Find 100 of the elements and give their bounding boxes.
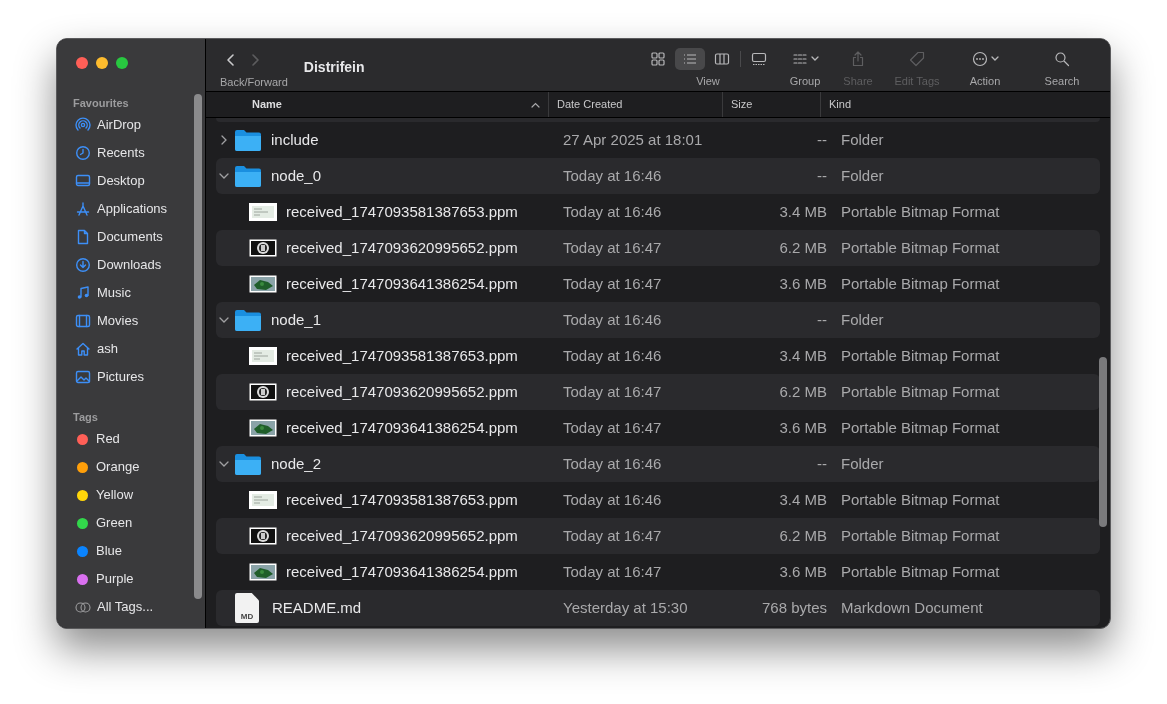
size-cell-text: 3.6 MB xyxy=(778,417,827,438)
grid-icon xyxy=(649,51,666,67)
zoom-button[interactable] xyxy=(116,57,128,69)
file-row[interactable]: received_1747093620995652.ppm Today at 16:47 6.2 MB Portable Bitmap Format xyxy=(216,374,1100,410)
kind-cell-text: Folder xyxy=(840,453,884,474)
scrollbar-thumb[interactable] xyxy=(1099,357,1107,527)
file-row[interactable]: include 27 Apr 2025 at 18:01 -- Folder xyxy=(216,122,1100,158)
sidebar-item[interactable]: All Tags... xyxy=(97,597,154,617)
film-icon xyxy=(75,313,91,329)
file-row[interactable]: received_1747093581387653.ppm Today at 16:46 3.4 MB Portable Bitmap Format xyxy=(216,482,1100,518)
file-name: received_1747093641386254.ppm xyxy=(286,417,518,438)
sidebar-item[interactable]: Applications xyxy=(97,199,168,219)
kind-cell-text: Portable Bitmap Format xyxy=(840,201,1000,222)
sidebar-item[interactable]: Yellow xyxy=(96,485,134,505)
search-icon xyxy=(1054,51,1070,67)
sidebar-item[interactable]: Blue xyxy=(96,541,123,561)
sidebar-item[interactable]: Purple xyxy=(96,569,134,589)
sidebar-item[interactable]: Green xyxy=(96,513,133,533)
file-name: received_1747093620995652.ppm xyxy=(286,381,518,402)
column-heading[interactable]: Name xyxy=(252,96,282,113)
kind-cell-text: Portable Bitmap Format xyxy=(840,273,1000,294)
kind-cell-text: Portable Bitmap Format xyxy=(840,345,1000,366)
sidebar-item[interactable]: Recents xyxy=(97,143,145,163)
size-cell-text: -- xyxy=(816,453,827,474)
file-row[interactable]: MD README.md Yesterday at 15:30 768 bytes Markdown Document xyxy=(216,590,1100,626)
size-cell-text: 6.2 MB xyxy=(778,237,827,258)
download-icon xyxy=(75,257,91,273)
folder-icon xyxy=(234,308,262,332)
kind-cell-text: Portable Bitmap Format xyxy=(840,237,1000,258)
date-cell-text: Today at 16:46 xyxy=(562,165,663,186)
chevron-down-icon xyxy=(990,56,999,62)
file-name: received_1747093581387653.ppm xyxy=(286,345,518,366)
sidebar-item[interactable]: Downloads xyxy=(97,255,162,275)
sidebar-item[interactable]: Orange xyxy=(96,457,140,477)
scrollbar-thumb[interactable] xyxy=(194,94,202,599)
file-row[interactable]: node_1 Today at 16:46 -- Folder xyxy=(216,302,1100,338)
minimize-button[interactable] xyxy=(96,57,108,69)
kind-cell-text: Markdown Document xyxy=(840,597,983,618)
file-row[interactable]: received_1747093620995652.ppm Today at 16:47 6.2 MB Portable Bitmap Format xyxy=(216,518,1100,554)
sidebar-item[interactable]: AirDrop xyxy=(97,115,142,135)
document-icon: MD xyxy=(235,593,259,623)
file-name: node_2 xyxy=(271,453,322,474)
file-row[interactable]: received_1747093581387653.ppm Today at 16:46 3.4 MB Portable Bitmap Format xyxy=(216,338,1100,374)
section-heading: Favourites xyxy=(72,96,130,111)
size-cell-text: 3.4 MB xyxy=(778,201,827,222)
file-row[interactable]: received_1747093641386254.ppm Today at 16:47 3.6 MB Portable Bitmap Format xyxy=(216,410,1100,446)
file-name: node_0 xyxy=(271,165,322,186)
file-name: received_1747093620995652.ppm xyxy=(286,525,518,546)
kind-cell-text: Portable Bitmap Format xyxy=(840,381,1000,402)
toolbar-label: Group xyxy=(789,74,821,89)
size-cell-text: 3.4 MB xyxy=(778,489,827,510)
file-row[interactable]: received_1747093641386254.ppm Today at 16:47 3.6 MB Portable Bitmap Format xyxy=(216,554,1100,590)
column-heading[interactable]: Kind xyxy=(829,96,852,113)
kind-cell-text: Folder xyxy=(840,165,884,186)
file-row[interactable]: node_0 Today at 16:46 -- Folder xyxy=(216,158,1100,194)
sidebar-item[interactable]: Movies xyxy=(97,311,139,331)
date-cell-text: 27 Apr 2025 at 18:01 xyxy=(562,129,704,150)
file-name: received_1747093620995652.ppm xyxy=(286,237,518,258)
size-cell-text: 768 bytes xyxy=(760,597,827,618)
file-row[interactable]: received_1747093620995652.ppm Today at 16:47 6.2 MB Portable Bitmap Format xyxy=(216,230,1100,266)
file-row[interactable]: received_1747093641386254.ppm Today at 16:47 3.6 MB Portable Bitmap Format xyxy=(216,266,1100,302)
date-cell-text: Today at 16:47 xyxy=(562,417,663,438)
size-cell-text: 3.6 MB xyxy=(778,561,827,582)
view-mode-button[interactable] xyxy=(674,48,705,70)
date-cell-text: Today at 16:47 xyxy=(562,381,663,402)
column-heading[interactable]: Size xyxy=(731,96,753,113)
ellipsis-circle-icon xyxy=(971,51,988,67)
desktop-icon xyxy=(75,173,91,189)
column-heading[interactable]: Date Created xyxy=(557,96,623,113)
date-cell-text: Today at 16:47 xyxy=(562,273,663,294)
date-cell-text: Today at 16:46 xyxy=(562,345,663,366)
date-cell-text: Today at 16:47 xyxy=(562,525,663,546)
file-name: received_1747093581387653.ppm xyxy=(286,489,518,510)
size-cell-text: 6.2 MB xyxy=(778,381,827,402)
disclosure-chevron-icon[interactable] xyxy=(219,315,229,325)
sort-caret-icon xyxy=(531,101,540,108)
sidebar-item[interactable]: Documents xyxy=(97,227,163,247)
disclosure-chevron-icon[interactable] xyxy=(219,135,229,145)
list-icon xyxy=(681,51,698,67)
group-icon xyxy=(791,52,808,66)
sidebar-item[interactable]: Pictures xyxy=(97,367,144,387)
sidebar-item[interactable]: Music xyxy=(97,283,131,303)
sidebar-item[interactable]: Red xyxy=(96,429,120,449)
toolbar-label: Search xyxy=(1044,74,1080,89)
date-cell-text: Today at 16:46 xyxy=(562,201,663,222)
columns-icon xyxy=(713,51,730,67)
size-cell-text: -- xyxy=(816,309,827,330)
file-row[interactable]: received_1747093581387653.ppm Today at 16:46 3.4 MB Portable Bitmap Format xyxy=(216,194,1100,230)
disclosure-chevron-icon[interactable] xyxy=(219,171,229,181)
disclosure-chevron-icon[interactable] xyxy=(219,459,229,469)
size-cell-text: -- xyxy=(816,129,827,150)
size-cell-text: 3.4 MB xyxy=(778,345,827,366)
tags-icon xyxy=(75,601,91,613)
sidebar-item[interactable]: ash xyxy=(97,339,118,359)
file-row[interactable]: node_2 Today at 16:46 -- Folder xyxy=(216,446,1100,482)
date-cell-text: Yesterday at 15:30 xyxy=(562,597,689,618)
close-button[interactable] xyxy=(76,57,88,69)
size-cell-text: 3.6 MB xyxy=(778,273,827,294)
file-name: received_1747093641386254.ppm xyxy=(286,273,518,294)
sidebar-item[interactable]: Desktop xyxy=(97,171,145,191)
